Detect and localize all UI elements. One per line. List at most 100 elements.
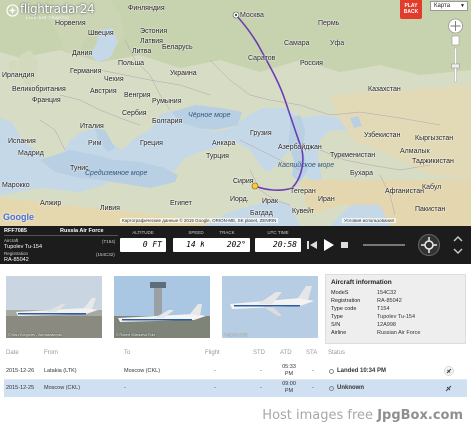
table-row[interactable]: 2015-12-25 Moscow (CKL) - - - 09:00 PM -… — [4, 380, 467, 397]
info-value: 12A998 — [377, 322, 396, 328]
footer-prefix: Host images free — [262, 408, 378, 423]
map-label: Кыргызстан — [415, 135, 454, 142]
map-label: Италия — [80, 123, 104, 130]
map-label: Туркменистан — [330, 152, 376, 159]
map-label: Уфа — [330, 40, 345, 47]
info-label: Type code — [331, 306, 357, 312]
cell-sta: - — [312, 385, 314, 391]
zoom-control[interactable] — [447, 18, 464, 88]
map-label: Москва — [240, 12, 264, 19]
map-label: Египет — [170, 200, 192, 207]
aircraft-photo[interactable]: © Robert Villanueva Ruiz — [114, 276, 210, 338]
map-label: Беларусь — [162, 44, 193, 51]
registration-value: RA-85042 — [4, 257, 29, 263]
map-label: Тегеран — [290, 188, 316, 195]
aircraft-photo[interactable]: © Marc Borgoriev - Aerobanairmas — [6, 276, 102, 338]
map-label: Ирак — [262, 198, 278, 205]
map-label: Бухара — [350, 170, 374, 177]
time-readout: UTC TIME 20:58 — [255, 230, 301, 256]
play-icon[interactable] — [320, 237, 336, 253]
plane-icon[interactable] — [444, 384, 453, 393]
playback-button[interactable]: PLAY BACK — [400, 0, 422, 19]
column-header-status: Status — [328, 350, 346, 356]
time-label: UTC TIME — [267, 230, 289, 235]
map-label: Латвия — [140, 38, 163, 45]
google-logo: Google — [3, 212, 34, 222]
map-label: Австрия — [90, 88, 117, 95]
map-label: Венгрия — [124, 92, 151, 99]
map-label: Рим — [88, 140, 102, 147]
divider — [4, 235, 118, 236]
map-view[interactable]: Норвегия Финляндия Швеция Эстония Латвия… — [0, 0, 471, 226]
aircraft-value: Tupolev Tu-154 — [4, 244, 43, 250]
map-label: Болгария — [152, 118, 183, 125]
logo-tagline: LIVE AIR TRAFFIC — [26, 15, 70, 20]
map-label: Румыния — [152, 98, 182, 105]
map-label: Кабул — [422, 184, 442, 191]
column-header-to: To — [124, 350, 131, 356]
map-label: Таджикистан — [412, 158, 454, 165]
footer-brand: JpgBox.com — [377, 408, 463, 423]
info-value: Russian Air Force — [377, 330, 421, 336]
info-label: S/N — [331, 322, 341, 328]
map-label: Чёрное море — [188, 112, 231, 119]
flightradar-page: Норвегия Финляндия Швеция Эстония Латвия… — [0, 0, 471, 430]
cell-std: - — [260, 385, 262, 391]
aircraft-label: Aircraft — [4, 238, 19, 243]
map-label: Саратов — [248, 55, 276, 62]
column-header-from: From — [44, 350, 58, 356]
map-label: Самара — [284, 40, 310, 47]
map-label: Украина — [170, 70, 197, 77]
map-attribution: Картографические данные © 2015 Google, O… — [120, 218, 279, 223]
map-label: Казахстан — [368, 86, 401, 93]
map-label: Пермь — [318, 20, 340, 27]
aircraft-photo[interactable]: © Ramon Jordi — [222, 276, 318, 338]
map-label: Германия — [70, 68, 102, 75]
map-label: Пакистан — [415, 206, 446, 213]
playback-start-icon[interactable] — [305, 239, 319, 251]
map-label: Дания — [72, 50, 93, 57]
map-label: Испания — [8, 138, 36, 145]
registration-label: Registration — [4, 251, 29, 256]
altitude-value: 0 FT — [142, 240, 162, 249]
map-label: Иран — [318, 196, 335, 203]
registration-code: (154C32) — [96, 252, 115, 257]
info-label: Registration — [331, 298, 361, 304]
playback-slider[interactable] — [363, 244, 405, 246]
aircraft-info-title: Aircraft information — [331, 279, 392, 286]
cell-date: 2015-12-26 — [6, 368, 35, 374]
map-label: Багдад — [250, 210, 273, 217]
cell-atd: 05:33 PM — [282, 364, 296, 377]
map-label: Турция — [206, 153, 229, 160]
flightradar-logo[interactable]: flightradar24 LIVE AIR TRAFFIC — [4, 2, 96, 22]
cell-atd: 09:00 PM — [282, 381, 296, 394]
flight-history-table: Date From To Flight STD ATD STA Status 2… — [0, 346, 471, 402]
map-label: Марокко — [2, 182, 30, 189]
photo-credit: © Ramon Jordi — [224, 333, 248, 337]
map-label: Мадрид — [18, 150, 44, 157]
aircraft-info-panel: Aircraft information ModeS 154C32 Regist… — [325, 274, 466, 344]
track-label: TRACK — [219, 230, 235, 235]
map-label: Азербайджан — [278, 144, 322, 151]
table-row[interactable]: 2015-12-26 Latakia (LTK) Moscow (CKL) - … — [4, 363, 467, 380]
locate-button[interactable] — [418, 234, 440, 256]
map-label: Иорд. — [230, 196, 249, 203]
stop-icon[interactable] — [338, 239, 352, 251]
status-dot-icon — [329, 369, 334, 374]
terms-link[interactable]: Условия использования — [342, 218, 396, 223]
flight-status-bar: RFF7085 Russia Air Force Aircraft Tupole… — [0, 226, 471, 264]
map-label: Финляндия — [128, 5, 165, 12]
cell-to: Moscow (CKL) — [124, 368, 161, 374]
map-label: Эстония — [140, 28, 168, 35]
photo-credit: © Marc Borgoriev - Aerobanairmas — [8, 333, 62, 337]
flight-operator: Russia Air Force — [60, 228, 104, 234]
collapse-icon[interactable] — [450, 229, 466, 261]
plane-icon[interactable] — [444, 366, 454, 376]
track-value: 202° — [226, 240, 246, 249]
map-type-value: Карта — [434, 3, 451, 9]
map-label: Ливия — [100, 205, 120, 212]
column-header-atd: ATD — [280, 350, 292, 356]
map-type-select[interactable]: Карта ▼ — [430, 1, 468, 11]
map-label: Каспийское море — [278, 162, 335, 169]
footer-text[interactable]: Host images free JpgBox.com — [262, 408, 463, 423]
